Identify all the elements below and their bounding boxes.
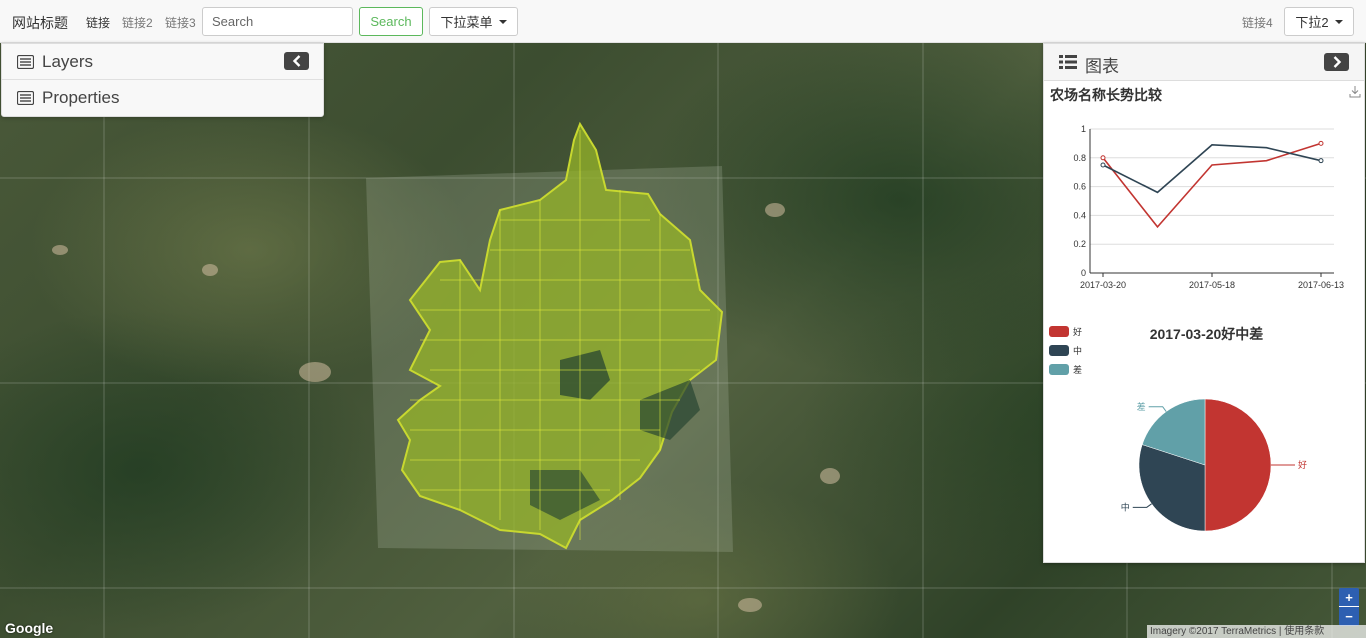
series-line-0 (1102, 142, 1322, 229)
data-point (1100, 155, 1106, 161)
chevron-left-icon (292, 55, 300, 67)
layers-row[interactable]: Layers (2, 44, 323, 80)
caret-down-icon (1334, 19, 1343, 24)
collapse-left-panel-button[interactable] (284, 52, 309, 70)
layers-label: Layers (42, 52, 94, 71)
site-title[interactable]: 网站标题 (12, 13, 68, 33)
x-tick-label: 2017-06-13 (1298, 280, 1344, 290)
line-chart: 0 0.2 0.4 0.6 0.8 1 2017-03-20 2017-05-18 2017-0… (1073, 124, 1344, 290)
y-tick-label: 0.2 (1073, 239, 1086, 249)
pie-label-line (1132, 503, 1152, 508)
nav-link-4[interactable]: 链接4 (1242, 14, 1273, 31)
properties-row[interactable]: Properties (2, 80, 323, 116)
zoom-out-button[interactable]: − (1339, 607, 1359, 626)
chart-panel-title: 图表 (1085, 57, 1119, 76)
legend-label: 中 (1073, 346, 1083, 356)
layers-panel: Layers Properties (1, 43, 324, 117)
zoom-in-button[interactable]: + (1339, 588, 1359, 607)
search-button-label: Search (370, 14, 412, 29)
caret-down-icon (498, 19, 507, 24)
legend-swatch (1049, 345, 1069, 356)
y-tick-label: 1 (1081, 124, 1086, 134)
pie-chart-title: 2017-03-20好中差 (1149, 326, 1264, 342)
download-icon[interactable] (1349, 85, 1361, 98)
dropdown-2-button[interactable]: 下拉2 (1284, 7, 1354, 36)
search-input[interactable] (202, 7, 353, 36)
dropdown-2-label: 下拉2 (1295, 15, 1329, 30)
chart-panel-header: 图表 (1044, 44, 1364, 81)
map-attribution[interactable]: Imagery ©2017 TerraMetrics | 使用条款 (1147, 625, 1366, 638)
properties-label: Properties (42, 88, 120, 107)
pie-chart: 好中 差 (1121, 398, 1307, 532)
nav-link-1[interactable]: 链接 (86, 14, 110, 31)
dropdown-menu-button[interactable]: 下拉菜单 (429, 7, 518, 36)
list-icon (17, 91, 34, 105)
nav-link-2[interactable]: 链接2 (122, 14, 153, 31)
x-tick-label: 2017-05-18 (1189, 280, 1235, 290)
line-chart-title: 农场名称长势比较 (1050, 87, 1162, 103)
data-point (1318, 158, 1324, 164)
nav-link-3[interactable]: 链接3 (165, 14, 196, 31)
y-tick-label: 0.4 (1073, 210, 1086, 220)
legend-item-medium[interactable]: 中 (1049, 344, 1082, 357)
top-navbar: 网站标题 链接 链接2 链接3 Search 下拉菜单 链接4 下拉2 (0, 0, 1366, 43)
series-line-1 (1102, 144, 1322, 194)
y-tick-label: 0 (1081, 268, 1086, 278)
pie-slice-label: 中 (1121, 501, 1130, 512)
list-icon (17, 55, 34, 69)
data-point (1100, 162, 1106, 168)
pie-label-line (1148, 406, 1167, 412)
chart-panel: 图表 农场名称长势比较 0 0.2 0.4 0.6 0.8 1 2017-03-20 2017… (1043, 43, 1365, 563)
search-button[interactable]: Search (359, 7, 423, 36)
chevron-right-icon (1333, 56, 1341, 68)
collapse-right-panel-button[interactable] (1324, 53, 1349, 71)
google-logo: Google (5, 620, 54, 636)
x-tick-label: 2017-03-20 (1080, 280, 1126, 290)
data-point (1318, 140, 1324, 146)
zoom-control: + − (1339, 588, 1359, 626)
y-tick-label: 0.8 (1073, 153, 1086, 163)
pie-slice-0 (1204, 398, 1272, 532)
dropdown-menu-label: 下拉菜单 (440, 15, 493, 30)
pie-slice-label: 好 (1298, 459, 1307, 470)
pie-slice-label: 差 (1137, 401, 1146, 412)
y-tick-label: 0.6 (1073, 182, 1086, 192)
chart-list-icon (1059, 55, 1077, 69)
